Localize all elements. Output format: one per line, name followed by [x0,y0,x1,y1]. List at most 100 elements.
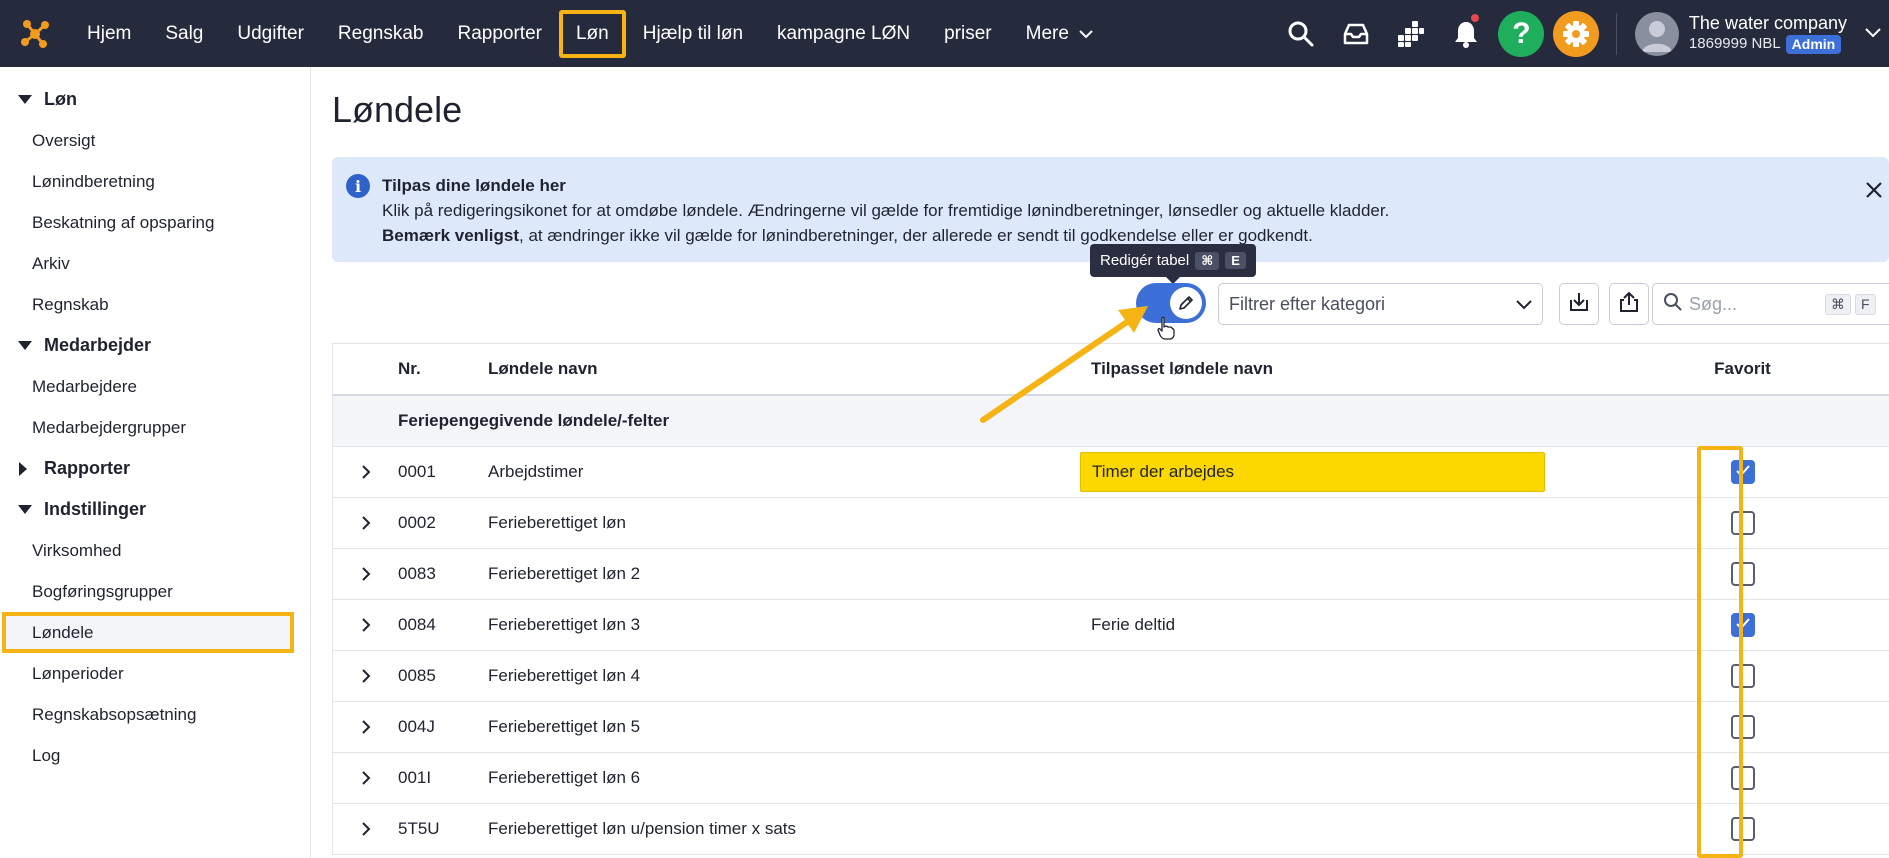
nav-item-udgifter[interactable]: Udgifter [220,11,321,57]
nav-item-label: Hjem [87,22,132,44]
table-row[interactable]: 0084 Ferieberettiget løn 3 Ferie deltid [333,600,1889,651]
custom-name-cell[interactable]: Ferie deltid [1091,600,1694,650]
chevron-right-icon[interactable] [333,719,398,735]
row-number: 001I [398,768,432,787]
table-row[interactable]: 0085 Ferieberettiget løn 4 [333,651,1889,702]
nav-item-label: Udgifter [237,22,304,44]
chevron-right-icon[interactable] [333,668,398,684]
nav-item-salg[interactable]: Salg [148,11,220,57]
table-row[interactable]: 0002 Ferieberettiget løn [333,498,1889,549]
settings-button[interactable] [1549,0,1604,67]
import-button[interactable] [1559,283,1599,325]
chevron-right-icon[interactable] [333,821,398,837]
nav-item-lon[interactable]: Løn [558,9,626,58]
nav-item-hjem[interactable]: Hjem [70,11,148,57]
table-row[interactable]: 5T5U Ferieberettiget løn u/pension timer… [333,804,1889,855]
export-button[interactable] [1609,283,1649,325]
row-name: Ferieberettiget løn 3 [488,615,641,634]
sidebar-section-indstillinger[interactable]: Indstillinger [0,489,310,530]
tooltip-key: ⌘ [1195,251,1220,270]
sidebar-item-label: Log [32,745,61,765]
sidebar-item-label: Virksomhed [32,540,122,560]
sidebar-item-beskatning[interactable]: Beskatning af opsparing [0,202,310,243]
sidebar-item-label: Oversigt [32,130,96,150]
nav-item-mere[interactable]: Mere [1009,11,1110,57]
sidebar-item-label: Medarbejdergrupper [32,417,187,437]
sidebar-section-medarbejder[interactable]: Medarbejder [0,325,310,366]
sidebar-section-rapporter[interactable]: Rapporter [0,448,310,489]
search-input[interactable] [1689,293,1819,315]
table-row[interactable]: 0001 Arbejdstimer Timer der arbejdes [333,447,1889,498]
row-number: 5T5U [398,819,440,838]
sidebar-item-arkiv[interactable]: Arkiv [0,243,310,284]
row-name: Ferieberettiget løn [488,513,626,532]
edit-table-toggle[interactable] [1136,283,1206,323]
chevron-down-icon[interactable] [1865,25,1881,43]
favorite-checkbox[interactable] [1730,460,1755,484]
close-icon[interactable] [1859,175,1889,205]
sidebar-item-lonindberetning[interactable]: Lønindberetning [0,161,310,202]
table-row[interactable]: 0083 Ferieberettiget løn 2 [333,549,1889,600]
favorite-checkbox[interactable] [1730,817,1755,841]
custom-name-cell[interactable] [1091,702,1694,752]
app-logo[interactable] [0,0,70,67]
custom-name-cell[interactable] [1091,498,1694,548]
sidebar-item-medarbejdergrupper[interactable]: Medarbejdergrupper [0,407,310,448]
inbox-icon[interactable] [1329,0,1384,67]
custom-name-input[interactable]: Timer der arbejdes [1080,452,1545,492]
custom-name-cell[interactable] [1091,753,1694,803]
company-switcher[interactable]: The water company 1869999 NBL Admin [1689,13,1847,54]
column-header-favorite[interactable]: Favorit [1694,359,1791,379]
nav-item-label: priser [944,22,992,44]
sidebar-item-regnskabsopsaetning[interactable]: Regnskabsopsætning [0,694,310,735]
custom-name-cell[interactable] [1091,651,1694,701]
sidebar-section-lon[interactable]: Løn [0,79,310,120]
chevron-right-icon[interactable] [333,617,398,633]
sidebar-item-londele[interactable]: Løndele [2,612,294,653]
category-filter-select[interactable]: Filtrer efter kategori [1218,283,1543,325]
favorite-checkbox[interactable] [1730,562,1755,586]
sidebar-item-bogforingsgrupper[interactable]: Bogføringsgrupper [0,571,310,612]
favorite-checkbox[interactable] [1730,715,1755,739]
page-title: Løndele [332,89,463,130]
custom-name-cell[interactable] [1091,804,1694,854]
favorite-checkbox[interactable] [1730,613,1755,637]
table-row[interactable]: 004J Ferieberettiget løn 5 [333,702,1889,753]
row-number: 0002 [398,513,436,532]
sidebar-item-oversigt[interactable]: Oversigt [0,120,310,161]
help-button[interactable]: ? [1494,0,1549,67]
sidebar-item-label: Regnskab [32,294,109,314]
nav-item-regnskab[interactable]: Regnskab [321,11,441,57]
help-icon: ? [1498,10,1545,57]
chevron-right-icon[interactable] [333,515,398,531]
favorite-checkbox[interactable] [1730,664,1755,688]
nav-item-priser[interactable]: priser [927,11,1009,57]
column-header-name[interactable]: Løndele navn [488,359,1091,379]
chevron-right-icon[interactable] [333,770,398,786]
apps-grid-icon[interactable] [1384,0,1439,67]
sidebar-item-lonperioder[interactable]: Lønperioder [0,653,310,694]
search-icon[interactable] [1274,0,1329,67]
bell-icon[interactable] [1439,0,1494,67]
favorite-checkbox[interactable] [1730,511,1755,535]
chevron-right-icon[interactable] [333,566,398,582]
search-field[interactable]: ⌘ F [1652,283,1889,325]
chevron-right-icon[interactable] [333,464,398,480]
check-icon [1735,615,1750,635]
nav-item-hjaelp-til-lon[interactable]: Hjælp til løn [626,11,760,57]
avatar[interactable] [1634,11,1679,56]
sidebar-item-regnskab[interactable]: Regnskab [0,284,310,325]
nav-item-kampagne-lon[interactable]: kampagne LØN [760,11,927,57]
sidebar-item-log[interactable]: Log [0,735,310,776]
table-row[interactable]: 001I Ferieberettiget løn 6 [333,753,1889,804]
column-header-nr[interactable]: Nr. [398,359,488,379]
share-icon [1618,291,1640,318]
favorite-checkbox[interactable] [1730,766,1755,790]
sidebar-item-label: Beskatning af opsparing [32,212,215,232]
custom-name-cell[interactable] [1091,549,1694,599]
sidebar-item-medarbejdere[interactable]: Medarbejdere [0,366,310,407]
row-number: 0083 [398,564,436,583]
nav-item-rapporter[interactable]: Rapporter [440,11,559,57]
sidebar-item-virksomhed[interactable]: Virksomhed [0,530,310,571]
column-header-custom-name[interactable]: Tilpasset løndele navn [1091,344,1694,394]
